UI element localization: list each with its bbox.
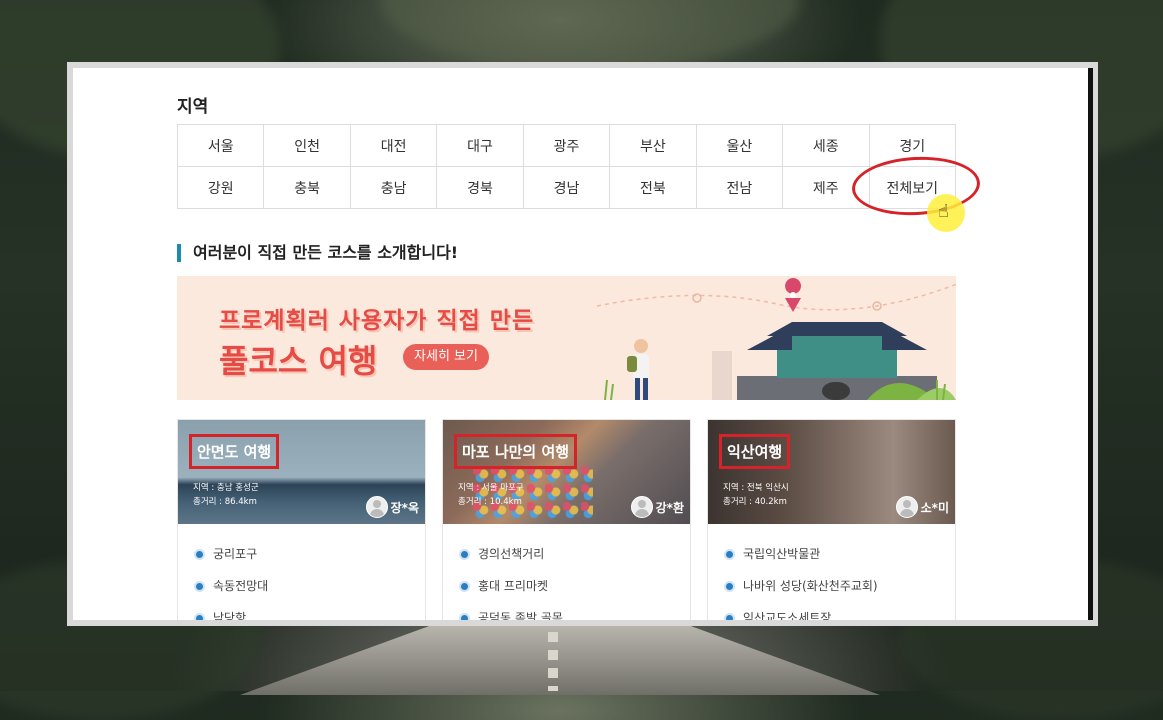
course-distance: 총거리 : 40.2km: [723, 497, 787, 507]
place-name: 궁리포구: [213, 547, 258, 561]
place-name: 홍대 프리마켓: [478, 579, 549, 593]
place-name: 나바위 성당(화산천주교회): [743, 579, 878, 593]
bullet-icon: [194, 580, 205, 592]
region-button[interactable]: 대전: [349, 124, 438, 167]
bullet-icon: [459, 580, 470, 592]
place-name: 속동전망대: [213, 579, 269, 593]
author-name: 강*환: [655, 500, 684, 515]
region-button[interactable]: 충북: [263, 166, 351, 209]
course-author: 소*미: [895, 496, 949, 518]
course-card[interactable]: 익산여행 지역 : 전북 익산시 총거리 : 40.2km 소*미 국립익산박물…: [707, 419, 956, 620]
place-item[interactable]: 나바위 성당(화산천주교회): [724, 570, 955, 602]
bullet-icon: [459, 612, 470, 620]
course-author: 강*환: [630, 496, 684, 518]
bullet-icon: [724, 548, 735, 560]
place-list: 궁리포구 속동전망대 남당항: [178, 524, 425, 620]
place-item[interactable]: 경의선책거리: [459, 538, 690, 570]
bullet-icon: [459, 548, 470, 560]
place-item[interactable]: 국립익산박물관: [724, 538, 955, 570]
page-viewport: 지역 서울 인천 대전 대구 광주 부산 울산 세종 경기 강원 충북 충남 경…: [73, 68, 1093, 620]
course-distance: 총거리 : 10.4km: [458, 497, 522, 507]
course-distance: 총거리 : 86.4km: [193, 497, 257, 507]
course-card[interactable]: 마포 나만의 여행 지역 : 서울 마포구 총거리 : 10.4km 강*환 경…: [442, 419, 691, 620]
bullet-icon: [194, 548, 205, 560]
course-name: 안면도 여행: [189, 434, 280, 469]
region-button[interactable]: 대구: [436, 124, 524, 167]
region-section-title: 지역: [177, 97, 209, 117]
course-region: 지역 : 전북 익산시: [723, 483, 789, 493]
region-button[interactable]: 세종: [782, 124, 870, 167]
course-author: 장*옥: [365, 496, 419, 518]
bullet-icon: [724, 612, 735, 620]
course-name: 익산여행: [719, 434, 791, 469]
course-name: 마포 나만의 여행: [454, 434, 578, 469]
region-button[interactable]: 광주: [522, 124, 611, 167]
course-region: 지역 : 충남 홍성군: [193, 483, 259, 493]
region-button[interactable]: 전남: [695, 166, 784, 209]
hand-cursor-icon: ☝: [938, 201, 949, 222]
place-item[interactable]: 공덕동 족발 골목: [459, 602, 690, 620]
author-name: 소*미: [920, 500, 949, 515]
place-item[interactable]: 속동전망대: [194, 570, 425, 602]
course-region: 지역 : 서울 마포구: [458, 483, 524, 493]
place-name: 국립익산박물관: [743, 547, 821, 561]
course-meta: 지역 : 서울 마포구 총거리 : 10.4km: [458, 481, 524, 509]
avatar-icon: [895, 496, 918, 518]
full-course-banner[interactable]: 프로계획러 사용자가 직접 만든 풀코스 여행 자세히 보기: [177, 276, 956, 400]
place-item[interactable]: 홍대 프리마켓: [459, 570, 690, 602]
region-button[interactable]: 경남: [522, 166, 611, 209]
course-card[interactable]: 안면도 여행 지역 : 충남 홍성군 총거리 : 86.4km 장*옥 궁리포구…: [177, 419, 426, 620]
course-cards: 안면도 여행 지역 : 충남 홍성군 총거리 : 86.4km 장*옥 궁리포구…: [177, 419, 957, 620]
course-meta: 지역 : 충남 홍성군 총거리 : 86.4km: [193, 481, 259, 509]
bullet-icon: [194, 612, 205, 620]
avatar-icon: [630, 496, 653, 518]
place-name: 공덕동 족발 골목: [478, 611, 563, 620]
region-button[interactable]: 경북: [436, 166, 524, 209]
region-button[interactable]: 울산: [695, 124, 784, 167]
author-name: 장*옥: [390, 500, 419, 515]
place-item[interactable]: 익산교도소세트장: [724, 602, 955, 620]
bullet-icon: [724, 580, 735, 592]
screenshot-frame: 지역 서울 인천 대전 대구 광주 부산 울산 세종 경기 강원 충북 충남 경…: [67, 62, 1098, 626]
place-item[interactable]: 궁리포구: [194, 538, 425, 570]
banner-headline: 프로계획러 사용자가 직접 만든: [219, 308, 535, 334]
region-grid: 서울 인천 대전 대구 광주 부산 울산 세종 경기 강원 충북 충남 경북 경…: [176, 124, 956, 209]
region-button[interactable]: 부산: [609, 124, 697, 167]
banner-title: 풀코스 여행: [219, 342, 378, 380]
courses-section-title: 여러분이 직접 만든 코스를 소개합니다!: [177, 244, 458, 262]
region-button[interactable]: 인천: [263, 124, 351, 167]
course-meta: 지역 : 전북 익산시 총거리 : 40.2km: [723, 481, 789, 509]
region-button[interactable]: 서울: [176, 124, 265, 167]
course-photo: 익산여행 지역 : 전북 익산시 총거리 : 40.2km 소*미: [708, 420, 955, 524]
place-name: 익산교도소세트장: [743, 611, 832, 620]
avatar-icon: [365, 496, 388, 518]
place-list: 경의선책거리 홍대 프리마켓 공덕동 족발 골목: [443, 524, 690, 620]
course-photo: 안면도 여행 지역 : 충남 홍성군 총거리 : 86.4km 장*옥: [178, 420, 425, 524]
region-button[interactable]: 강원: [176, 166, 265, 209]
place-name: 경의선책거리: [478, 547, 545, 561]
place-list: 국립익산박물관 나바위 성당(화산천주교회) 익산교도소세트장: [708, 524, 955, 620]
region-button[interactable]: 전북: [609, 166, 697, 209]
region-button[interactable]: 충남: [349, 166, 438, 209]
road-background: [240, 625, 880, 695]
course-photo: 마포 나만의 여행 지역 : 서울 마포구 총거리 : 10.4km 강*환: [443, 420, 690, 524]
place-item[interactable]: 남당항: [194, 602, 425, 620]
road-line: [548, 632, 558, 691]
place-name: 남당항: [213, 611, 247, 620]
banner-detail-button[interactable]: 자세히 보기: [403, 344, 489, 370]
